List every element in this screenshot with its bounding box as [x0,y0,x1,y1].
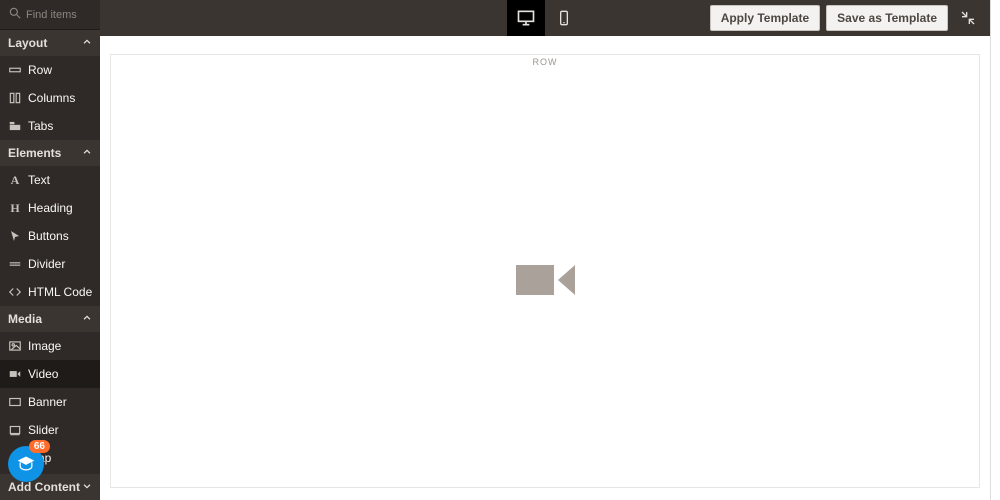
search-row [0,0,100,30]
group-header-label: Add Content [8,480,80,494]
sidebar: Layout Row Columns Tabs Elements A Text … [0,0,100,500]
sidebar-item-divider[interactable]: Divider [0,250,100,278]
grad-cap-icon [16,454,36,474]
sidebar-item-text[interactable]: A Text [0,166,100,194]
banner-icon [8,395,22,409]
group-header-label: Media [8,312,42,326]
sidebar-item-label: HTML Code [28,285,92,299]
sidebar-item-image[interactable]: Image [0,332,100,360]
main: Apply Template Save as Template ROW [100,0,990,500]
text-icon: A [8,173,22,187]
group-header-label: Elements [8,146,61,160]
video-placeholder-icon [516,265,575,295]
sidebar-item-label: Buttons [28,229,69,243]
sidebar-item-label: Columns [28,91,75,105]
sidebar-item-label: Tabs [28,119,53,133]
tabs-icon [8,119,22,133]
sidebar-item-label: Banner [28,395,67,409]
image-icon [8,339,22,353]
chevron-up-icon [82,312,92,326]
group-header-label: Layout [8,36,47,50]
help-bubble[interactable]: 66 [8,446,44,482]
sidebar-item-label: Video [28,367,58,381]
sidebar-item-banner[interactable]: Banner [0,388,100,416]
chevron-down-icon [82,480,92,494]
heading-icon: H [8,201,22,215]
row-label: ROW [533,55,558,73]
columns-icon [8,91,22,105]
chevron-up-icon [82,146,92,160]
sidebar-item-buttons[interactable]: Buttons [0,222,100,250]
slider-icon [8,423,22,437]
sidebar-item-row[interactable]: Row [0,56,100,84]
canvas-wrap: ROW [100,36,990,500]
sidebar-item-label: Heading [28,201,73,215]
group-header-layout[interactable]: Layout [0,30,100,56]
mobile-icon [556,8,572,28]
help-badge: 66 [29,440,50,453]
divider-icon [8,257,22,271]
group-header-media[interactable]: Media [0,306,100,332]
video-icon [8,367,22,381]
row-icon [8,63,22,77]
collapse-button[interactable] [954,4,982,32]
canvas-body [111,73,979,487]
sidebar-item-label: Slider [28,423,59,437]
device-switch [507,0,583,36]
sidebar-item-columns[interactable]: Columns [0,84,100,112]
sidebar-item-label: Divider [28,257,65,271]
search-icon [8,6,26,23]
chevron-up-icon [82,36,92,50]
sidebar-item-html-code[interactable]: HTML Code [0,278,100,306]
save-template-button[interactable]: Save as Template [826,5,948,31]
sidebar-item-label: Text [28,173,50,187]
sidebar-item-video[interactable]: Video [0,360,100,388]
sidebar-item-slider[interactable]: Slider [0,416,100,444]
right-rail [990,0,1000,500]
code-icon [8,285,22,299]
sidebar-item-label: Row [28,63,52,77]
desktop-icon [516,8,536,28]
canvas[interactable]: ROW [110,54,980,488]
cursor-icon [8,229,22,243]
topbar-right: Apply Template Save as Template [710,4,982,32]
topbar: Apply Template Save as Template [100,0,990,36]
sidebar-item-tabs[interactable]: Tabs [0,112,100,140]
device-desktop-button[interactable] [507,0,545,36]
group-header-elements[interactable]: Elements [0,140,100,166]
sidebar-item-label: Image [28,339,61,353]
device-mobile-button[interactable] [545,0,583,36]
apply-template-button[interactable]: Apply Template [710,5,820,31]
sidebar-item-heading[interactable]: H Heading [0,194,100,222]
collapse-icon [960,10,976,26]
